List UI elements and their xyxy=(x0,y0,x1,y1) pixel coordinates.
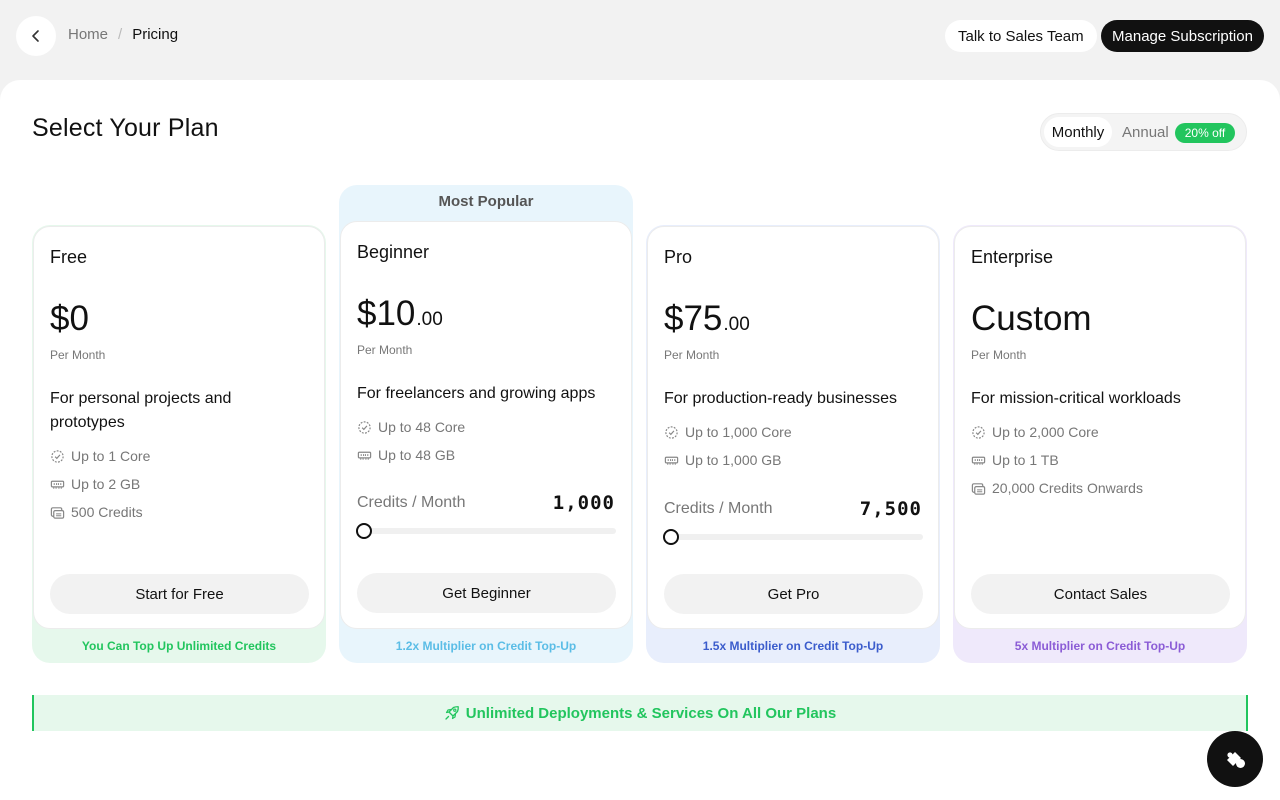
plan-card-enterprise: Enterprise Custom Per Month For mission-… xyxy=(953,225,1247,663)
feature-cpu: Up to 48 Core xyxy=(357,419,465,435)
feature-credits: 20,000 Credits Onwards xyxy=(971,480,1143,496)
credits-label: Credits / Month xyxy=(357,494,466,511)
plan-price: $10 .00 xyxy=(357,294,443,334)
price-period: Per Month xyxy=(50,348,106,362)
back-button[interactable] xyxy=(16,16,56,56)
manage-subscription-button[interactable]: Manage Subscription xyxy=(1101,20,1264,52)
discount-badge: 20% off xyxy=(1175,123,1235,143)
feature-label: 500 Credits xyxy=(71,504,143,520)
price-period: Per Month xyxy=(971,348,1027,362)
credits-slider-thumb[interactable] xyxy=(356,523,372,539)
plan-description: For personal projects and prototypes xyxy=(50,390,232,431)
cpu-icon xyxy=(972,425,985,439)
feature-label: 20,000 Credits Onwards xyxy=(992,480,1143,496)
rocket-icon xyxy=(445,706,459,720)
feature-memory: Up to 48 GB xyxy=(357,447,455,463)
banner-text: Unlimited Deployments & Services On All … xyxy=(465,704,837,722)
billing-toggle: Monthly Annual 20% off xyxy=(1040,113,1247,151)
unlimited-deployments-banner: Unlimited Deployments & Services On All … xyxy=(32,695,1248,731)
billing-monthly-option[interactable]: Monthly xyxy=(1044,117,1112,147)
plan-footer-note: 1.5x Multiplier on Credit Top-Up xyxy=(702,639,884,653)
plan-footer-note: 5x Multiplier on Credit Top-Up xyxy=(1014,639,1186,653)
feature-label: Up to 1,000 GB xyxy=(685,452,782,468)
price-amount: $75 xyxy=(664,299,723,338)
price-period: Per Month xyxy=(357,343,413,357)
coins-icon xyxy=(971,482,986,495)
get-pro-button[interactable]: Get Pro xyxy=(664,574,923,614)
credits-label: Credits / Month xyxy=(664,500,773,517)
feature-cpu: Up to 1 Core xyxy=(50,448,150,464)
feature-memory: Up to 1 TB xyxy=(971,452,1059,468)
feature-label: Up to 1 Core xyxy=(71,448,151,464)
plan-card-body: Free $0 Per Month For personal projects … xyxy=(33,226,325,629)
billing-annual-option[interactable]: Annual xyxy=(1122,124,1169,141)
plan-footer-note: You Can Top Up Unlimited Credits xyxy=(81,639,277,653)
feature-memory: Up to 2 GB xyxy=(50,476,140,492)
start-for-free-button[interactable]: Start for Free xyxy=(50,574,309,614)
credits-value: 7,500 xyxy=(859,498,922,520)
memory-icon xyxy=(357,451,372,460)
feature-label: Up to 1,000 Core xyxy=(685,424,792,440)
plan-name: Enterprise xyxy=(971,247,1054,267)
chevron-left-icon xyxy=(32,30,39,42)
breadcrumb-current: Pricing xyxy=(132,26,179,43)
feature-memory: Up to 1,000 GB xyxy=(664,452,782,468)
price-period: Per Month xyxy=(664,348,720,362)
price-amount: Custom xyxy=(971,299,1092,338)
coins-icon xyxy=(50,506,65,519)
credits-slider[interactable] xyxy=(356,523,616,539)
feature-cpu: Up to 1,000 Core xyxy=(664,424,792,440)
plan-description: For mission-critical workloads xyxy=(971,390,1181,407)
price-cents: .00 xyxy=(416,309,443,330)
top-bar: Home / Pricing Talk to Sales Team Manage… xyxy=(0,0,1280,72)
cpu-icon xyxy=(358,420,371,434)
breadcrumb-separator: / xyxy=(118,26,123,43)
plan-card-pro: Pro $75 .00 Per Month For production-rea… xyxy=(646,225,940,663)
plan-description: For production-ready businesses xyxy=(664,390,898,407)
feature-label: Up to 2,000 Core xyxy=(992,424,1099,440)
plan-footer-note: 1.2x Multiplier on Credit Top-Up xyxy=(395,639,577,653)
plan-card-body: Beginner $10 .00 Per Month For freelance… xyxy=(340,221,632,629)
price-amount: $0 xyxy=(50,299,89,338)
feature-credits: 500 Credits xyxy=(50,504,143,520)
breadcrumb: Home / Pricing xyxy=(68,26,178,43)
credits-slider-thumb[interactable] xyxy=(663,529,679,545)
chat-icon xyxy=(1227,752,1245,768)
price-amount: $10 xyxy=(357,294,416,333)
price-cents: .00 xyxy=(723,314,750,335)
chat-fab-button[interactable] xyxy=(1207,731,1263,787)
feature-label: Up to 48 GB xyxy=(378,447,456,463)
feature-label: Up to 1 TB xyxy=(992,452,1059,468)
pricing-panel: Select Your Plan Monthly Annual 20% off … xyxy=(0,80,1280,800)
feature-cpu: Up to 2,000 Core xyxy=(971,424,1099,440)
plan-name: Beginner xyxy=(357,242,430,262)
plan-description: For freelancers and growing apps xyxy=(357,385,596,402)
page-title: Select Your Plan xyxy=(32,114,219,142)
plan-card-body: Enterprise Custom Per Month For mission-… xyxy=(954,226,1246,629)
plan-card-body: Pro $75 .00 Per Month For production-rea… xyxy=(647,226,939,629)
plan-card-beginner: Most Popular Beginner $10 .00 Per Month … xyxy=(339,185,633,663)
talk-to-sales-button[interactable]: Talk to Sales Team xyxy=(945,20,1097,52)
breadcrumb-home[interactable]: Home xyxy=(68,26,108,43)
plan-price: $75 .00 xyxy=(664,299,750,339)
feature-label: Up to 48 Core xyxy=(378,419,466,435)
memory-icon xyxy=(50,480,65,489)
plan-name: Free xyxy=(50,247,88,267)
memory-icon xyxy=(664,456,679,465)
contact-sales-button[interactable]: Contact Sales xyxy=(971,574,1230,614)
cpu-icon xyxy=(665,425,678,439)
get-beginner-button[interactable]: Get Beginner xyxy=(357,573,616,613)
plan-name: Pro xyxy=(664,247,693,267)
memory-icon xyxy=(971,456,986,465)
plan-price: $0 xyxy=(50,299,89,339)
plan-price: Custom xyxy=(971,299,1092,339)
credits-slider[interactable] xyxy=(663,529,923,545)
plan-card-free: Free $0 Per Month For personal projects … xyxy=(32,225,326,663)
feature-label: Up to 2 GB xyxy=(71,476,141,492)
cpu-icon xyxy=(51,449,64,463)
credits-value: 1,000 xyxy=(552,492,615,514)
most-popular-badge: Most Popular xyxy=(438,193,534,210)
